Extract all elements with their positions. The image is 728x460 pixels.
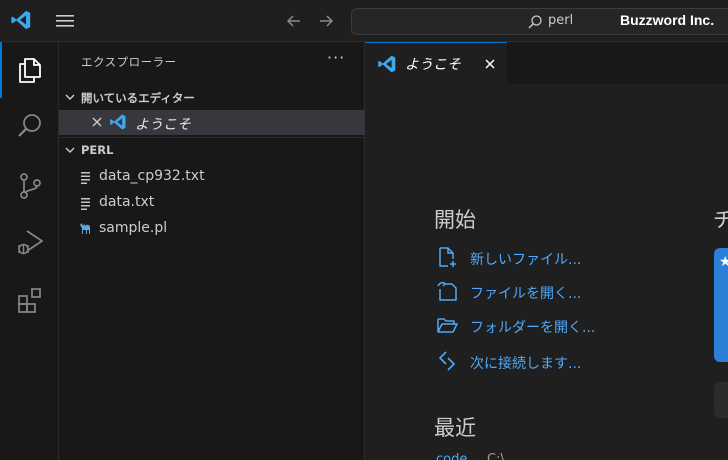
tab-welcome[interactable]: ようこそ [365, 42, 507, 84]
open-editor-label: ようこそ [135, 117, 191, 133]
remote-connect-icon [438, 351, 456, 371]
vscode-logo-icon [110, 114, 126, 130]
menu-icon[interactable] [54, 12, 76, 30]
open-editor-item[interactable]: ようこそ [59, 110, 365, 135]
close-icon[interactable] [90, 115, 104, 129]
perl-camel-icon [80, 223, 90, 234]
explorer-icon [19, 58, 41, 83]
open-folder-icon [437, 318, 458, 333]
walkthrough-card[interactable]: ★ [714, 248, 728, 362]
editor-tab-bar: ようこそ [365, 42, 728, 84]
connect-remote-link[interactable]: 次に接続します... [436, 350, 656, 376]
open-file-label: ファイルを開く... [470, 286, 582, 302]
open-folder-label: フォルダーを開く... [470, 320, 596, 336]
sidebar-title: エクスプローラー [81, 55, 177, 69]
text-file-icon [81, 172, 90, 184]
recent-item-link[interactable]: code [436, 452, 467, 460]
activity-search[interactable] [0, 98, 59, 154]
new-file-link[interactable]: 新しいファイル... [436, 246, 656, 272]
more-actions-icon[interactable]: ··· [327, 48, 345, 67]
text-file-icon [81, 198, 90, 210]
file-name: data_cp932.txt [99, 168, 205, 184]
search-icon [18, 114, 41, 137]
welcome-page: 開始 新しいファイル... ファイルを開く... フォルダーを開く... 次に接… [365, 84, 728, 460]
arrow-right-icon[interactable] [316, 11, 336, 31]
activity-run-debug[interactable] [0, 214, 59, 270]
connect-remote-label: 次に接続します... [470, 356, 582, 372]
chevron-down-icon [65, 147, 75, 153]
open-editors-header[interactable]: 開いているエディター [59, 86, 365, 108]
recent-heading: 最近 [434, 416, 476, 440]
command-center-text: perl [548, 13, 574, 28]
walkthrough-card-secondary[interactable] [714, 382, 728, 418]
file-name: data.txt [99, 194, 155, 210]
open-folder-link[interactable]: フォルダーを開く... [436, 314, 656, 340]
vscode-logo-icon [378, 55, 396, 73]
source-control-icon [20, 173, 41, 199]
walkthrough-heading: チ [713, 208, 728, 232]
new-file-icon [439, 247, 456, 267]
title-bar: perl Buzzword Inc. [0, 0, 728, 42]
file-item[interactable]: data_cp932.txt [59, 164, 365, 190]
run-debug-icon [18, 230, 43, 255]
folder-header[interactable]: PERL [59, 139, 365, 161]
extensions-icon [18, 288, 41, 313]
chevron-down-icon [65, 94, 75, 100]
vscode-logo-icon [11, 10, 31, 30]
search-icon [528, 15, 542, 29]
start-heading: 開始 [434, 208, 476, 232]
file-item[interactable]: sample.pl [59, 216, 365, 242]
section-divider [59, 137, 365, 138]
folder-label: PERL [81, 143, 114, 157]
open-file-link[interactable]: ファイルを開く... [436, 280, 656, 306]
activity-explorer[interactable] [0, 42, 59, 98]
activity-extensions[interactable] [0, 272, 59, 328]
brand-label: Buzzword Inc. [620, 12, 715, 28]
file-name: sample.pl [99, 220, 168, 236]
recent-item-path: C:\ [487, 452, 505, 460]
tab-label: ようこそ [405, 57, 461, 73]
star-icon: ★ [719, 254, 728, 270]
explorer-sidebar: エクスプローラー ··· 開いているエディター ようこそ PERL data_c… [59, 42, 365, 460]
file-item[interactable]: data.txt [59, 190, 365, 216]
new-file-label: 新しいファイル... [470, 252, 582, 268]
activity-bar [0, 42, 59, 460]
activity-source-control[interactable] [0, 158, 59, 214]
command-center-search[interactable]: perl Buzzword Inc. [351, 8, 728, 35]
open-editors-label: 開いているエディター [81, 91, 195, 105]
close-icon[interactable] [483, 57, 497, 71]
arrow-left-icon[interactable] [284, 11, 304, 31]
open-file-icon [437, 281, 457, 301]
